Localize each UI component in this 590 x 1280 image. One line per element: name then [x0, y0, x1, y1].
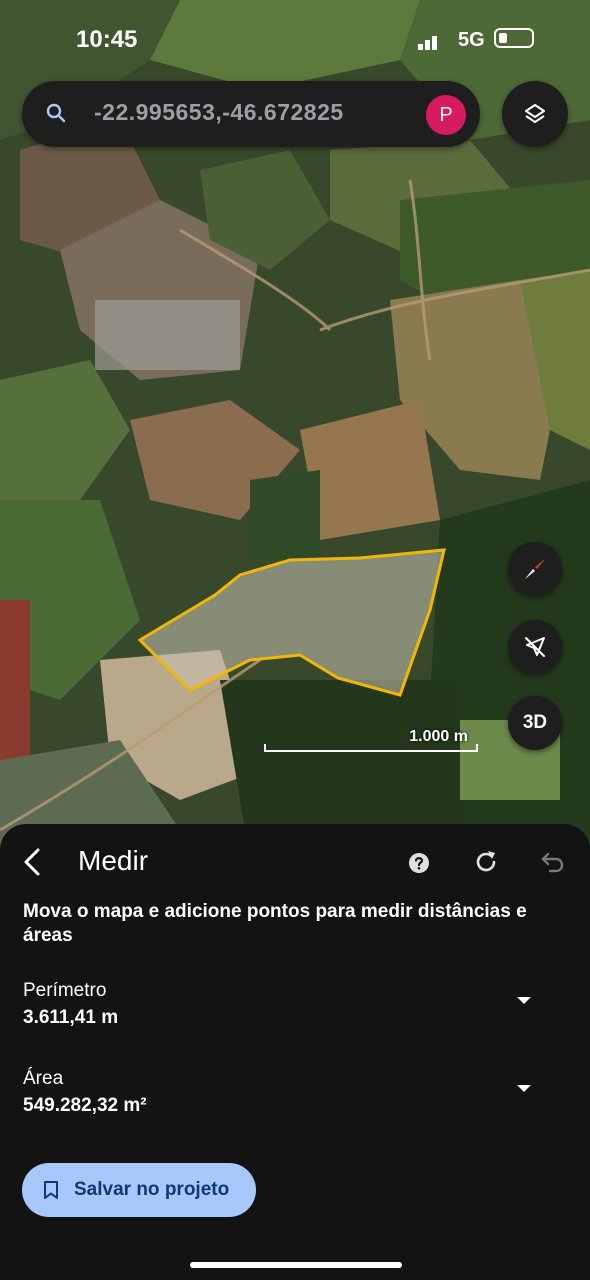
location-off-icon — [525, 637, 545, 657]
perimeter-label: Perímetro — [23, 980, 107, 1001]
instruction-text: Mova o mapa e adicione pontos para medir… — [23, 901, 527, 946]
home-indicator[interactable] — [190, 1262, 402, 1268]
layers-button[interactable] — [502, 81, 568, 147]
layers-icon — [525, 104, 545, 123]
status-bar: 10:45 5G — [0, 0, 590, 80]
back-arrow-icon[interactable] — [16, 844, 50, 880]
avatar[interactable]: P — [426, 95, 466, 135]
signal-icon — [418, 36, 437, 50]
compass-button[interactable] — [508, 542, 562, 596]
refresh-icon[interactable] — [472, 848, 500, 876]
area-value: 549.282,32 m² — [23, 1095, 147, 1116]
measure-sheet: Medir Mova o mapa e adicione pontos para… — [0, 824, 590, 1280]
scale-bar — [264, 744, 478, 752]
location-button[interactable] — [508, 620, 562, 674]
help-icon[interactable] — [406, 850, 432, 876]
3d-button[interactable]: 3D — [508, 696, 562, 750]
search-input[interactable]: -22.995653,-46.672825 — [94, 99, 344, 126]
undo-icon[interactable] — [538, 848, 566, 876]
save-to-project-button[interactable]: Salvar no projeto — [22, 1163, 256, 1217]
network-type: 5G — [458, 29, 485, 51]
compass-icon — [525, 559, 545, 579]
save-button-label: Salvar no projeto — [74, 1179, 230, 1200]
search-icon[interactable] — [44, 101, 68, 125]
area-label: Área — [23, 1068, 64, 1089]
map-scale: 1.000 m — [264, 726, 478, 752]
perimeter-dropdown-icon[interactable] — [515, 994, 533, 1006]
area-dropdown-icon[interactable] — [515, 1082, 533, 1094]
battery-icon — [494, 28, 534, 48]
perimeter-value: 3.611,41 m — [23, 1007, 119, 1028]
search-bar[interactable]: -22.995653,-46.672825 P — [22, 81, 480, 147]
bookmark-icon — [44, 1181, 58, 1199]
status-time: 10:45 — [76, 26, 138, 53]
page-title: Medir — [78, 845, 149, 876]
